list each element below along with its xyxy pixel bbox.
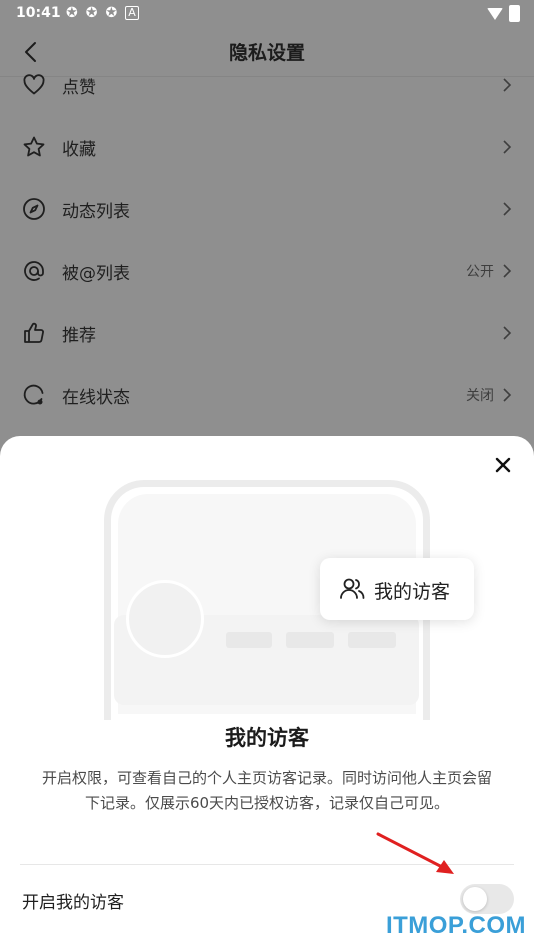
a-icon: A xyxy=(125,6,139,20)
chip-label: 我的访客 xyxy=(374,581,451,603)
wifi-icon xyxy=(487,7,503,20)
settings-row-value: 关闭 xyxy=(466,388,494,404)
notification-icon: ✪ xyxy=(105,5,118,21)
compass-icon xyxy=(23,198,45,220)
at-icon xyxy=(24,261,44,281)
chevron-right-icon xyxy=(503,140,512,154)
chevron-right-icon xyxy=(503,202,512,216)
users-icon xyxy=(340,578,365,599)
my-visitors-chip: 我的访客 xyxy=(320,558,474,620)
privacy-settings-list: 点赞 收藏 动态列表 被@列表 公开 推荐 在线状态 关闭 xyxy=(0,54,534,426)
placeholder-bar xyxy=(286,632,334,648)
chevron-right-icon xyxy=(503,264,512,278)
notification-icon: ✪ xyxy=(66,5,78,21)
heart-icon xyxy=(23,74,45,95)
star-icon xyxy=(23,136,45,157)
sheet-title: 我的访客 xyxy=(225,726,309,750)
battery-icon xyxy=(509,5,520,22)
status-notification-icons: ✪ ✪ ✪ A xyxy=(66,6,139,20)
settings-row-value: 公开 xyxy=(466,264,494,280)
placeholder-bar xyxy=(226,632,272,648)
toggle-knob xyxy=(463,887,487,911)
status-time: 10:41 xyxy=(16,5,61,21)
status-bar: 10:41 ✪ ✪ ✪ A xyxy=(0,0,534,28)
settings-row-label: 被@列表 xyxy=(62,264,130,284)
thumbs-up-icon xyxy=(24,322,44,343)
chevron-right-icon xyxy=(503,388,512,402)
settings-row-label: 动态列表 xyxy=(62,202,130,222)
notification-icon: ✪ xyxy=(85,5,98,21)
settings-row-favorites[interactable]: 收藏 xyxy=(0,116,534,178)
chevron-right-icon xyxy=(503,78,512,92)
watermark: ITMOP.COM xyxy=(385,912,526,939)
chevron-right-icon xyxy=(503,326,512,340)
my-visitors-toggle[interactable] xyxy=(460,884,514,914)
placeholder-bar xyxy=(348,632,396,648)
online-status-icon xyxy=(23,384,44,405)
settings-row-label: 点赞 xyxy=(62,78,96,98)
annotation-arrow xyxy=(376,832,454,874)
settings-row-label: 在线状态 xyxy=(62,388,130,408)
settings-row-label: 推荐 xyxy=(62,326,96,346)
status-right xyxy=(487,5,520,22)
toggle-label: 开启我的访客 xyxy=(22,893,124,913)
settings-row-label: 收藏 xyxy=(62,140,96,160)
sheet-description: 开启权限，可查看自己的个人主页访客记录。同时访问他人主页会留下记录。仅展示60天… xyxy=(41,769,492,812)
close-icon[interactable] xyxy=(494,456,512,474)
avatar-placeholder xyxy=(126,580,204,658)
settings-row-mentions-list[interactable]: 被@列表 公开 xyxy=(0,240,534,302)
settings-row-recommend[interactable]: 推荐 xyxy=(0,302,534,364)
visitors-illustration: 我的访客 xyxy=(104,480,474,720)
settings-row-activity-list[interactable]: 动态列表 xyxy=(0,178,534,240)
settings-row-likes[interactable]: 点赞 xyxy=(0,54,534,116)
my-visitors-bottom-sheet: 我的访客 我的访客 开启权限，可查看自己的个人主页访客记录。同时访问他人主页会留… xyxy=(0,436,534,950)
settings-row-online-status[interactable]: 在线状态 关闭 xyxy=(0,364,534,426)
